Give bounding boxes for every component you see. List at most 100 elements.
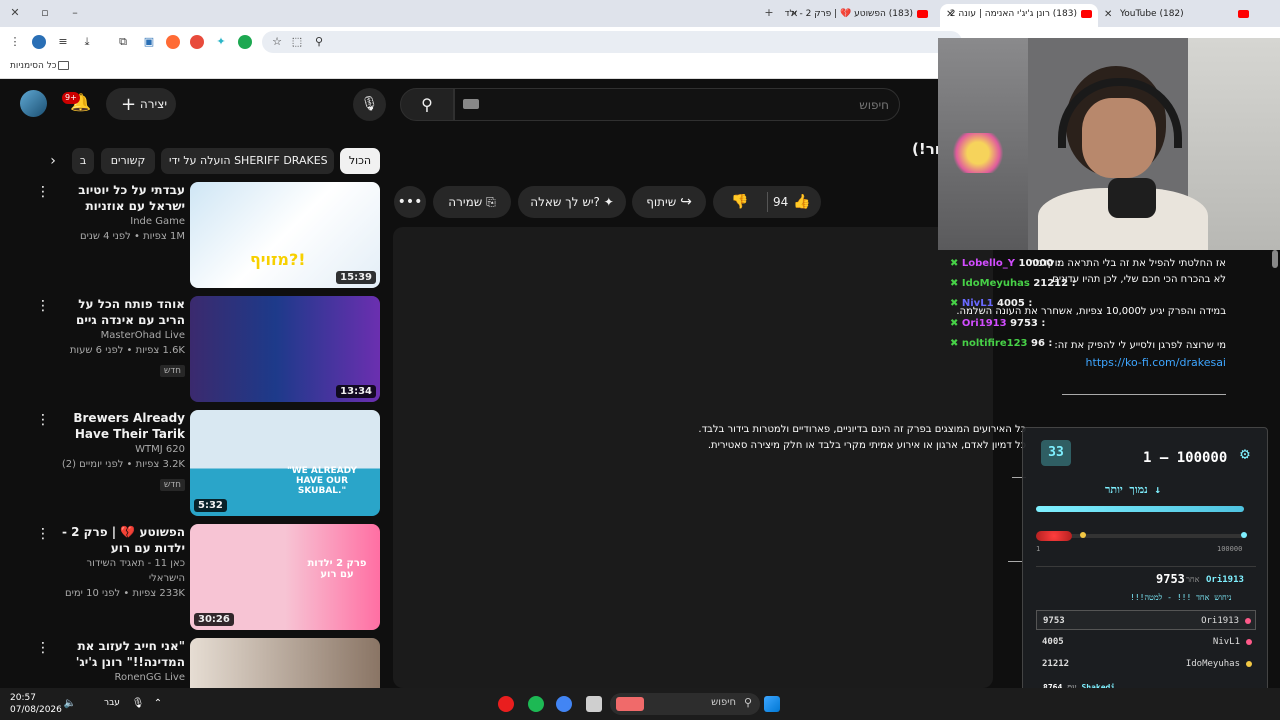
search-box[interactable] <box>454 88 900 121</box>
video-thumbnail[interactable]: מזויף?! 15:39 <box>190 182 380 288</box>
minimize-window-icon[interactable]: – <box>68 6 82 20</box>
zoom-icon[interactable]: ⚲ <box>312 35 326 49</box>
mic-icon[interactable]: 🎙 <box>130 696 146 712</box>
channel-name[interactable]: Inde Game <box>30 214 185 229</box>
taskbar-search[interactable]: חיפוש ⚲ <box>610 693 760 715</box>
related-video[interactable]: מזויף?! 15:39 עבדתי על כל יוטיוב ישראל ע… <box>30 182 382 290</box>
chip-all[interactable]: הכול <box>340 148 380 174</box>
tab-active-video[interactable]: (183) רונן ג'יג'י האנימה | עונה 2 ✕ <box>940 4 1098 27</box>
video-meta: עבדתי על כל יוטיוב ישראל עם אוזניות מזוי… <box>30 182 185 244</box>
folder-icon <box>58 61 69 70</box>
chevron-up-icon[interactable]: ⌃ <box>150 696 166 712</box>
speaker-icon[interactable]: 🔈 <box>62 696 78 712</box>
video-title[interactable]: הפשוטע 💔 | פרק 2 - ילדות עם רוע <box>30 524 185 556</box>
bookmark-star-icon[interactable]: ☆ <box>270 35 284 49</box>
chip-uploaded-by[interactable]: הועלה על ידי SHERIFF DRAKES <box>161 148 334 174</box>
video-title[interactable]: Brewers Already Have Their Tarik Skubal … <box>30 410 185 442</box>
address-bar[interactable]: ☆ ⬚ ⚲ <box>262 31 962 53</box>
clock[interactable]: 20:57 07/08/2026 <box>10 692 62 716</box>
spotify-icon[interactable] <box>528 696 544 712</box>
leaderboard-row: 4005 NivL1 <box>1036 632 1256 652</box>
maximize-window-icon[interactable]: ▫ <box>38 6 52 20</box>
more-options-icon[interactable]: ⋮ <box>36 184 50 200</box>
channel-name[interactable]: כאן 11 - תאגיד השידור הישראלי <box>30 556 185 586</box>
scale-max: 100000 <box>1217 545 1243 553</box>
guess-marker <box>1241 532 1247 538</box>
video-thumbnail[interactable] <box>190 638 380 688</box>
video-title[interactable]: עבדתי על כל יוטיוב ישראל עם אוזניות מזוי… <box>30 182 185 214</box>
extension-icon[interactable] <box>190 35 204 49</box>
video-title[interactable]: אוהד פותח הכל על הריב עם אינדה גיים <box>30 296 185 328</box>
extension-icon[interactable]: ✦ <box>214 35 228 49</box>
user-avatar[interactable] <box>20 90 47 117</box>
chrome-icon[interactable] <box>556 696 572 712</box>
video-thumbnail[interactable]: 13:34 <box>190 296 380 402</box>
screenshot-icon[interactable]: ⬚ <box>290 35 304 49</box>
ask-button[interactable]: יש לך שאלה? ✦ <box>518 186 626 218</box>
search-button[interactable]: ⚲ <box>400 88 454 121</box>
related-video[interactable]: "WE ALREADY HAVE OUR SKUBAL." 5:32 Brewe… <box>30 410 382 518</box>
leaderboard-row: 21212 IdoMeyuhas <box>1036 654 1256 674</box>
more-options-icon[interactable]: ⋮ <box>36 412 50 428</box>
menu-dots-icon[interactable]: ⋮ <box>8 35 22 49</box>
video-player-area[interactable] <box>393 227 993 688</box>
dislike-icon[interactable]: 👎 <box>731 186 748 218</box>
search-input[interactable] <box>495 95 889 115</box>
related-video[interactable]: פרק 2 ילדות עם רוע 30:26 הפשוטע 💔 | פרק … <box>30 524 382 632</box>
close-tab-icon[interactable]: ✕ <box>1104 4 1112 25</box>
more-actions-icon[interactable]: ••• <box>394 186 426 218</box>
video-title: (!ור <box>912 140 940 158</box>
video-thumbnail[interactable]: "WE ALREADY HAVE OUR SKUBAL." 5:32 <box>190 410 380 516</box>
all-bookmarks-link[interactable]: כל הסימניות <box>10 61 57 71</box>
search-icon: ⚲ <box>743 696 752 709</box>
video-thumbnail[interactable]: פרק 2 ילדות עם רוע 30:26 <box>190 524 380 630</box>
voice-search-mic-icon[interactable]: 🎙 <box>353 88 386 121</box>
chevron-right-icon[interactable]: › <box>40 148 66 174</box>
close-tab-icon[interactable]: ✕ <box>790 4 798 25</box>
share-button[interactable]: שיתוף ↪ <box>632 186 706 218</box>
close-window-icon[interactable]: ✕ <box>8 6 22 20</box>
page-scrollbar[interactable] <box>1272 250 1278 696</box>
related-video[interactable]: "אני חייב לעזוב את המדינה!!" רונן ג'יג' … <box>30 638 382 688</box>
like-count[interactable]: 94 <box>773 186 788 218</box>
chip-related[interactable]: קשורים <box>101 148 155 174</box>
save-button[interactable]: שמירה ⎘ <box>433 186 511 218</box>
video-title[interactable]: "אני חייב לעזוב את המדינה!!" רונן ג'יג' … <box>30 638 185 670</box>
channel-name[interactable]: RonenGG Live <box>30 670 185 685</box>
video-meta: אוהד פותח הכל על הריב עם אינדה גיים Mast… <box>30 296 185 377</box>
keyboard-icon[interactable] <box>463 99 479 109</box>
like-icon[interactable]: 👍 <box>793 186 810 218</box>
tab-episode-2[interactable]: (183) הפשוטע 💔 | פרק 2 - ילד ✕ <box>784 4 934 27</box>
channel-name[interactable]: MasterOhad Live <box>30 328 185 343</box>
toys <box>948 133 1008 173</box>
status-dot <box>1245 618 1251 624</box>
windows-start-icon[interactable] <box>764 696 780 712</box>
file-explorer-icon[interactable] <box>586 696 602 712</box>
create-button[interactable]: + יצירה <box>106 88 176 120</box>
profile-icon[interactable] <box>32 35 46 49</box>
guess-range: 1 — 100000 <box>1143 450 1228 466</box>
extension-icon[interactable] <box>238 35 252 49</box>
more-options-icon[interactable]: ⋮ <box>36 526 50 542</box>
new-tab-icon[interactable]: + <box>762 6 776 20</box>
tab-youtube-home[interactable]: ✕ YouTube (182) <box>1100 4 1255 27</box>
extensions-icon[interactable]: ⧉ <box>116 35 130 49</box>
channel-name[interactable]: 620 WTMJ <box>30 442 185 457</box>
taskbar: 20:57 07/08/2026 🔈 עבר 🎙 ⌃ חיפוש ⚲ <box>0 688 1280 720</box>
extension-icon[interactable]: ▣ <box>142 35 156 49</box>
chip-partial[interactable]: ב <box>72 148 94 174</box>
language-indicator[interactable]: עבר <box>104 698 120 708</box>
settings-gear-icon[interactable]: ⚙ <box>1235 444 1255 464</box>
divider <box>1008 561 1022 562</box>
close-tab-icon[interactable]: ✕ <box>946 4 954 25</box>
download-icon[interactable]: ⤓ <box>80 35 94 49</box>
related-video[interactable]: 13:34 אוהד פותח הכל על הריב עם אינדה גיי… <box>30 296 382 404</box>
stream-chat-overlay: ✖ Lobello_Y 10000 : ✖ IdoMeyuhas 21212 :… <box>938 250 1238 360</box>
scrollbar-thumb[interactable] <box>1272 250 1278 268</box>
more-options-icon[interactable]: ⋮ <box>36 640 50 656</box>
app-icon[interactable] <box>498 696 514 712</box>
reading-list-icon[interactable]: ≡ <box>56 35 70 49</box>
browser-tab-bar: ✕ ▫ – + (183) הפשוטע 💔 | פרק 2 - ילד ✕ (1… <box>0 0 1280 27</box>
extension-icon[interactable] <box>166 35 180 49</box>
more-options-icon[interactable]: ⋮ <box>36 298 50 314</box>
